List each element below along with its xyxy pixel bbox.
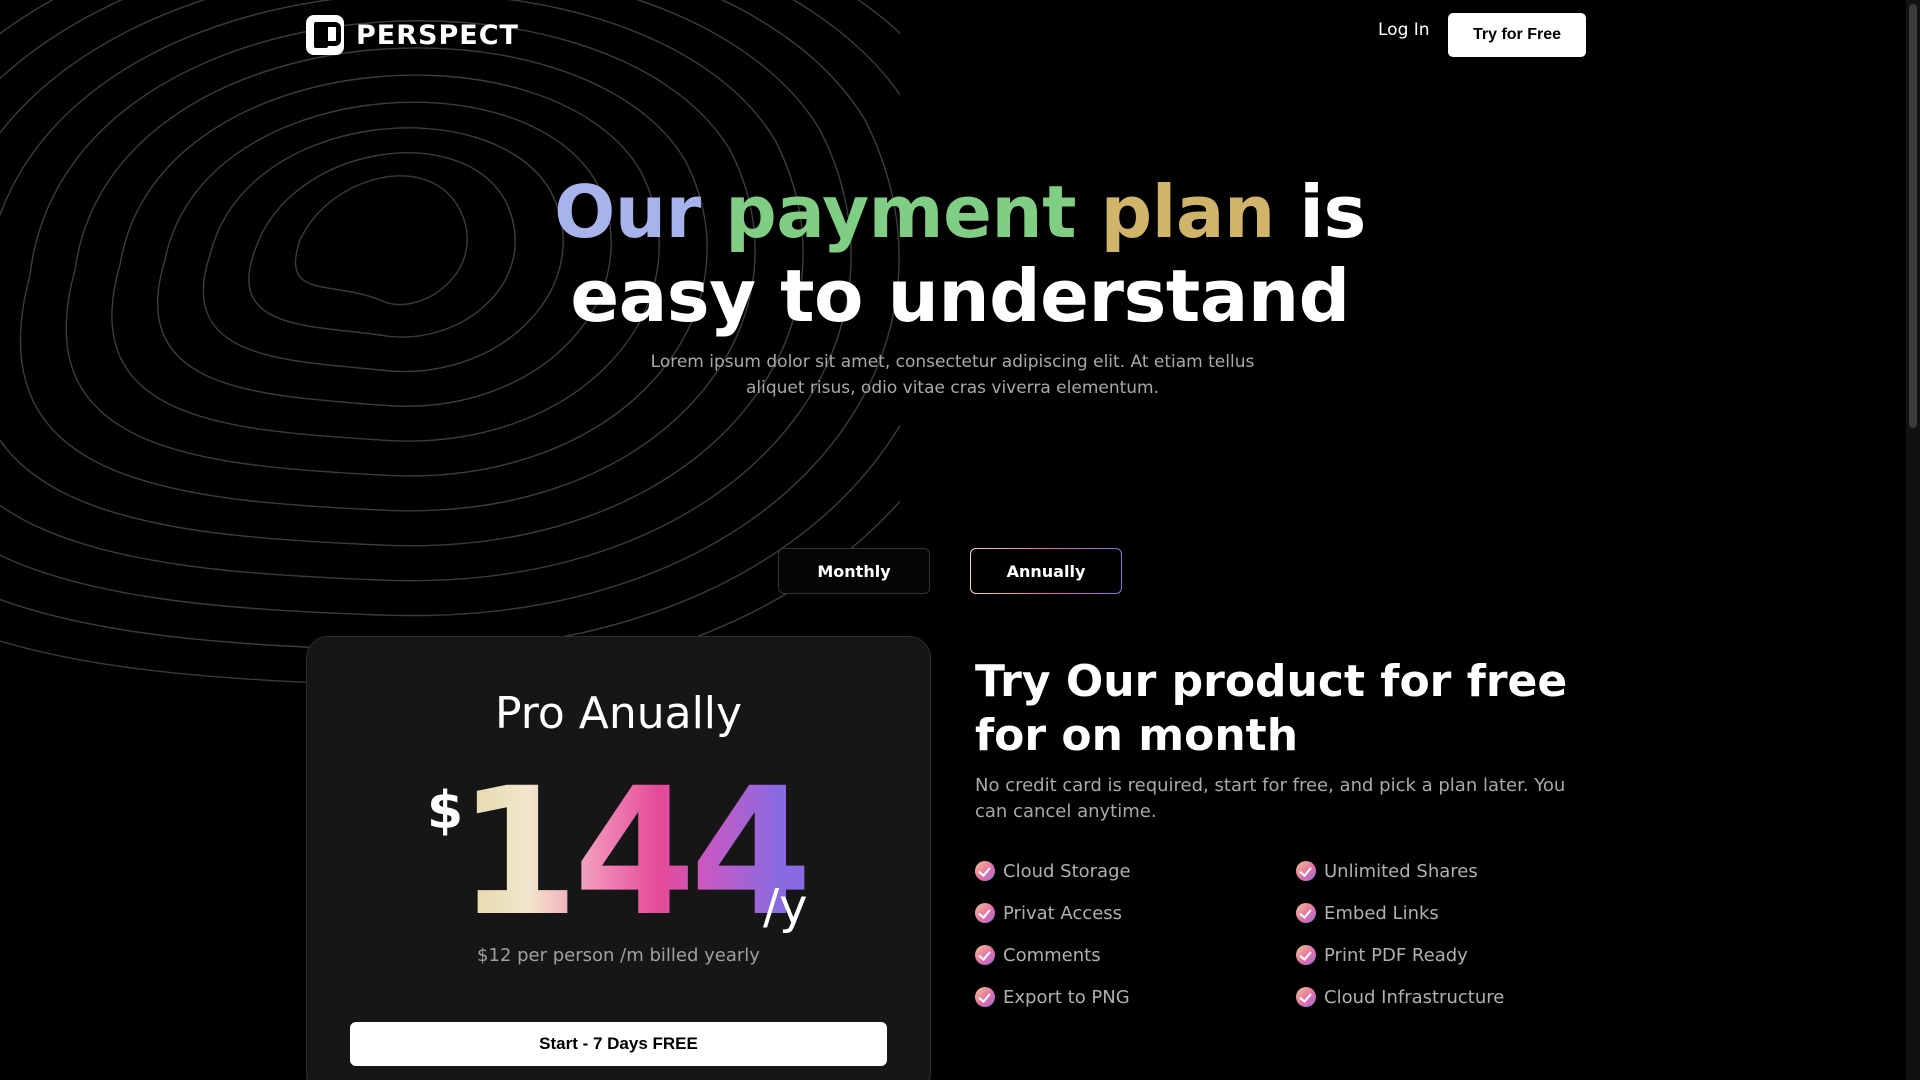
check-icon xyxy=(1296,945,1316,965)
feature-item: Unlimited Shares xyxy=(1296,860,1615,882)
feature-item: Comments xyxy=(975,944,1296,966)
free-trial-subtitle: No credit card is required, start for fr… xyxy=(975,775,1566,822)
feature-label: Export to PNG xyxy=(1003,986,1130,1008)
feature-label: Unlimited Shares xyxy=(1324,860,1478,882)
feature-label: Comments xyxy=(1003,944,1101,966)
feature-label: Cloud Infrastructure xyxy=(1324,986,1505,1008)
logo-mark-icon xyxy=(306,15,344,55)
hero-subtitle: Lorem ipsum dolor sit amet, consectetur … xyxy=(650,352,1255,398)
scrollbar-thumb[interactable] xyxy=(1909,4,1917,428)
try-for-free-button[interactable]: Try for Free xyxy=(1448,13,1586,57)
feature-label: Print PDF Ready xyxy=(1324,944,1468,966)
price-unit: /y xyxy=(763,879,808,935)
login-link[interactable]: Log In xyxy=(1378,20,1430,40)
hero-title: Our payment plan is easy to understand xyxy=(460,170,1460,338)
start-trial-button[interactable]: Start - 7 Days FREE xyxy=(350,1022,887,1066)
feature-item: Privat Access xyxy=(975,902,1296,924)
pricing-card: Pro Anually $ 144 /y $12 per person /m b… xyxy=(306,636,931,1080)
billing-toggle-monthly[interactable]: Monthly xyxy=(778,548,930,594)
billing-toggle-annually-label: Annually xyxy=(971,549,1121,593)
check-icon xyxy=(975,987,995,1007)
feature-label: Cloud Storage xyxy=(1003,860,1131,882)
title-word-plan: plan xyxy=(1100,170,1276,254)
check-icon xyxy=(1296,861,1316,881)
check-icon xyxy=(975,861,995,881)
check-icon xyxy=(1296,987,1316,1007)
feature-item: Print PDF Ready xyxy=(1296,944,1615,966)
check-icon xyxy=(975,903,995,923)
price-amount: 144 xyxy=(457,750,812,955)
title-word-our: Our xyxy=(554,170,701,254)
logo-text: PERSPECT xyxy=(356,19,519,51)
check-icon xyxy=(975,945,995,965)
feature-label: Privat Access xyxy=(1003,902,1123,924)
check-icon xyxy=(1296,903,1316,923)
logo[interactable]: PERSPECT xyxy=(306,15,519,55)
price-note: $12 per person /m billed yearly xyxy=(477,945,760,966)
billing-toggle-annually[interactable]: Annually xyxy=(970,548,1122,594)
plan-title: Pro Anually xyxy=(494,688,743,739)
free-trial-title: Try Our product for free for on month xyxy=(975,656,1568,761)
feature-list: Cloud Storage Unlimited Shares Privat Ac… xyxy=(975,860,1615,1008)
feature-label: Embed Links xyxy=(1324,902,1439,924)
scrollbar[interactable] xyxy=(1906,0,1920,1080)
feature-item: Cloud Infrastructure xyxy=(1296,986,1615,1008)
title-word-payment: payment xyxy=(725,170,1077,254)
feature-item: Cloud Storage xyxy=(975,860,1296,882)
feature-item: Export to PNG xyxy=(975,986,1296,1008)
feature-item: Embed Links xyxy=(1296,902,1615,924)
